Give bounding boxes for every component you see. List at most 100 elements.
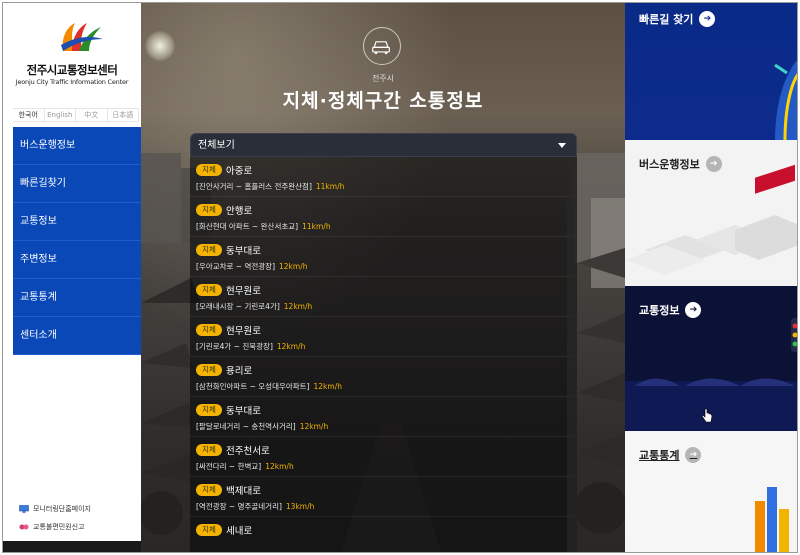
menu-item-statistics[interactable]: 교통통계 <box>13 279 141 317</box>
lang-english[interactable]: English <box>45 109 76 121</box>
status-badge: 지체 <box>196 484 222 496</box>
road-speed: 12km/h <box>299 422 329 431</box>
list-item[interactable]: 지체 용리로 [삼천화인아파트 ~ 오성대우아파트] 12km/h <box>190 357 577 397</box>
road-speed: 12km/h <box>313 382 342 391</box>
arrow-right-icon: ➔ <box>705 156 722 172</box>
road-speed: 13km/h <box>285 502 315 511</box>
main-content: 전주시 지체·정체구간 소통정보 전체보기 지체 아중로 [진안사거리 ~ 홈플러… <box>141 3 625 552</box>
page-title: 지체·정체구간 소통정보 <box>282 90 484 112</box>
road-section: [삼천화인아파트 ~ 오성대우아파트] <box>196 382 310 391</box>
status-badge: 지체 <box>196 364 222 376</box>
link-complaint-label: 교통불편민원신고 <box>33 523 85 531</box>
menu-item-traffic[interactable]: 교통정보 <box>13 203 141 241</box>
list-item[interactable]: 지체 현무원로 [기린로4가 ~ 진북광장] 12km/h <box>190 317 577 357</box>
list-item[interactable]: 지체 현무원로 [모래내시장 ~ 기린로4가] 12km/h <box>190 277 577 317</box>
filter-select[interactable]: 전체보기 <box>190 133 577 157</box>
card-fast-route-title[interactable]: 빠른길 찾기 ➔ <box>639 11 716 27</box>
card-traffic-info-label: 교통정보 <box>639 304 680 317</box>
road-name: 세내로 <box>226 526 253 537</box>
road-name: 아중로 <box>226 166 253 177</box>
card-fast-route[interactable]: 빠른길 찾기 ➔ <box>625 3 797 140</box>
left-sidebar: 전주시교통정보센터 Jeonju City Traffic Informatio… <box>3 3 141 552</box>
site-logo[interactable]: 전주시교통정보센터 Jeonju City Traffic Informatio… <box>3 3 141 103</box>
arrow-right-icon: ➔ <box>699 11 716 27</box>
status-badge: 지체 <box>196 524 222 536</box>
road-section: [진안사거리 ~ 홈플러스 전주완산점] <box>196 182 312 191</box>
list-item[interactable]: 지체 아중로 [진안사거리 ~ 홈플러스 전주완산점] 11km/h <box>190 157 577 197</box>
card-bus-info-title[interactable]: 버스운행정보 ➔ <box>639 156 722 172</box>
road-speed: 12km/h <box>279 262 308 271</box>
road-name: 동부대로 <box>226 246 261 257</box>
card-statistics[interactable]: 교통통계 ➔ <box>625 431 797 552</box>
status-badge: 지체 <box>196 284 222 296</box>
menu-item-nearby[interactable]: 주변정보 <box>13 241 141 279</box>
hand-cursor-icon <box>701 408 713 423</box>
road-section: [우아교차로 ~ 역전광장] <box>196 262 276 271</box>
card-statistics-title[interactable]: 교통통계 ➔ <box>639 447 702 463</box>
road-section: [팔달로네거리 ~ 송천역사거리] <box>196 422 296 431</box>
status-badge: 지체 <box>196 324 222 336</box>
list-item[interactable]: 지체 백제대로 [역전광장 ~ 명주골네거리] 13km/h <box>190 477 577 517</box>
complaint-icon <box>19 524 29 530</box>
link-monitoring-label: 모니터링단홈페이지 <box>33 505 91 513</box>
card-traffic-info-title[interactable]: 교통정보 ➔ <box>639 302 702 318</box>
road-name: 안행로 <box>226 206 253 217</box>
status-badge: 지체 <box>196 204 222 216</box>
road-speed: 11km/h <box>315 182 345 191</box>
card-bus-info[interactable]: 버스운행정보 ➔ <box>625 140 797 286</box>
road-name: 동부대로 <box>226 406 261 417</box>
monitor-icon <box>19 505 29 513</box>
page-frame: 전주시교통정보센터 Jeonju City Traffic Informatio… <box>2 2 798 553</box>
language-selector: 한국어 English 中文 日本語 <box>13 108 139 122</box>
list-item[interactable]: 지체 전주천서로 [싸전다리 ~ 한벽교] 12km/h <box>190 437 577 477</box>
road-section: [역전광장 ~ 명주골네거리] <box>196 502 282 511</box>
lang-korean[interactable]: 한국어 <box>13 109 45 121</box>
link-monitoring[interactable]: 모니터링단홈페이지 <box>19 500 91 518</box>
road-name: 현무원로 <box>226 326 261 337</box>
road-speed: 12km/h <box>265 462 294 471</box>
right-cards: 빠른길 찾기 ➔ 버스운행정보 ➔ 교통정보 ➔ 교통통계 ➔ <box>625 3 797 552</box>
road-section: [모래내시장 ~ 기린로4가] <box>196 302 280 311</box>
card-bus-info-label: 버스운행정보 <box>639 158 700 171</box>
status-badge: 지체 <box>196 164 222 176</box>
road-name: 용리로 <box>226 366 253 377</box>
card-fast-route-label: 빠른길 찾기 <box>639 13 694 26</box>
main-menu: 버스운행정보 빠른길찾기 교통정보 주변정보 교통통계 센터소개 <box>13 127 141 355</box>
list-scrollbar[interactable] <box>567 157 577 552</box>
status-badge: 지체 <box>196 444 222 456</box>
list-item[interactable]: 지체 안행로 [화산현대 아파트 ~ 완산서초교] 11km/h <box>190 197 577 237</box>
congestion-panel: 전체보기 지체 아중로 [진안사거리 ~ 홈플러스 전주완산점] 11km/h 지체… <box>190 133 577 552</box>
link-complaint[interactable]: 교통불편민원신고 <box>19 518 91 536</box>
road-speed: 12km/h <box>276 342 306 351</box>
road-name: 백제대로 <box>226 486 261 497</box>
sidebar-bottom-shade <box>3 541 141 552</box>
road-section: [싸전다리 ~ 한벽교] <box>196 462 262 471</box>
logo-subtitle: Jeonju City Traffic Information Center <box>15 78 129 86</box>
list-item[interactable]: 지체 동부대로 [팔달로네거리 ~ 송천역사거리] 12km/h <box>190 397 577 437</box>
list-item[interactable]: 지체 세내로 <box>190 517 577 552</box>
status-badge: 지체 <box>196 404 222 416</box>
menu-item-bus[interactable]: 버스운행정보 <box>13 127 141 165</box>
menu-item-fast-route[interactable]: 빠른길찾기 <box>13 165 141 203</box>
lang-chinese[interactable]: 中文 <box>76 109 108 121</box>
road-section: [화산현대 아파트 ~ 완산서초교] <box>196 222 299 231</box>
logo-title: 전주시교통정보센터 <box>26 63 118 77</box>
filter-select-value: 전체보기 <box>198 140 235 151</box>
car-icon <box>363 27 401 65</box>
road-name: 전주천서로 <box>226 446 270 457</box>
list-item[interactable]: 지체 동부대로 [우아교차로 ~ 역전광장] 12km/h <box>190 237 577 277</box>
menu-item-about[interactable]: 센터소개 <box>13 317 141 355</box>
arrow-right-icon: ➔ <box>685 447 702 463</box>
card-statistics-label: 교통통계 <box>639 449 680 462</box>
road-speed: 12km/h <box>283 302 313 311</box>
section-subtitle: 전주시 <box>371 74 395 83</box>
card-traffic-info[interactable]: 교통정보 ➔ <box>625 286 797 431</box>
logo-mark-icon <box>61 23 103 51</box>
sun-glare <box>145 31 175 61</box>
status-badge: 지체 <box>196 244 222 256</box>
lang-japanese[interactable]: 日本語 <box>108 109 139 121</box>
bottom-links: 모니터링단홈페이지 교통불편민원신고 <box>19 500 91 536</box>
chevron-down-icon <box>558 143 566 148</box>
road-speed: 11km/h <box>302 222 331 231</box>
road-name: 현무원로 <box>226 286 261 297</box>
